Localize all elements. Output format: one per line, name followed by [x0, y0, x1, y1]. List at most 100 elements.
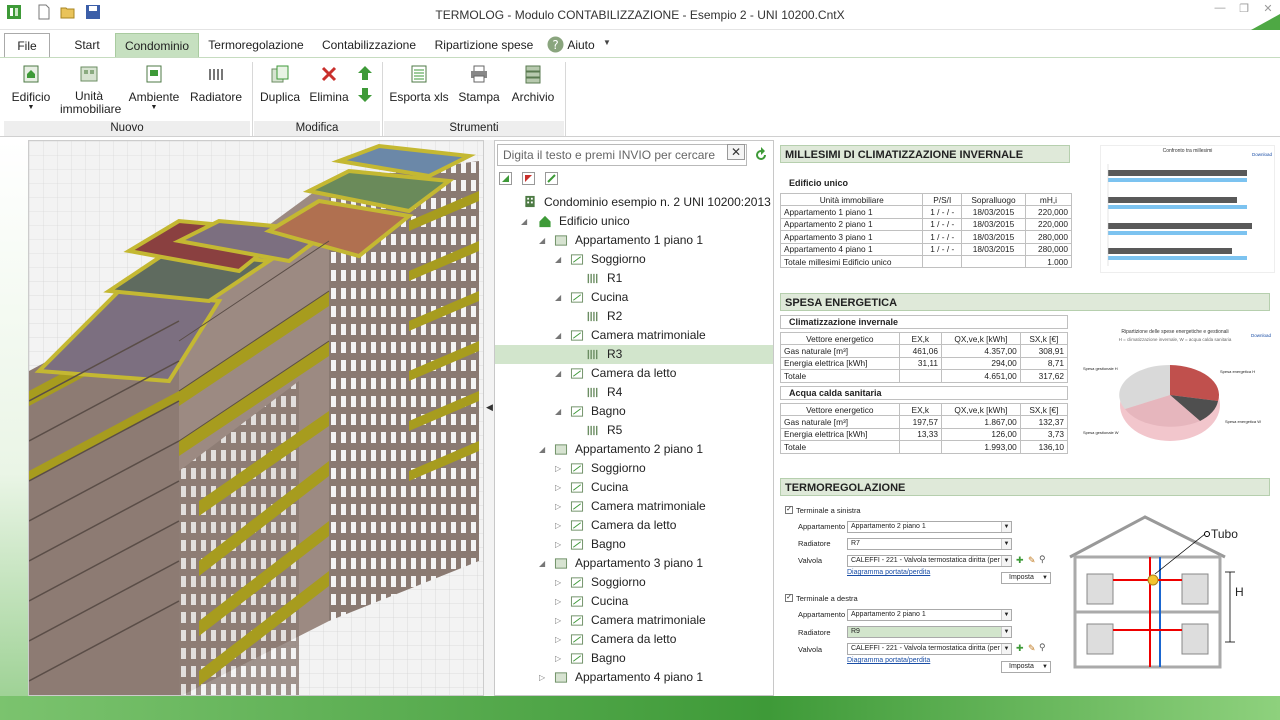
collapse-icon[interactable]: ◢ — [539, 440, 549, 459]
tree-row-appartamento[interactable]: ◢ Appartamento 2 piano 1 — [495, 440, 773, 459]
help-icon[interactable]: ? — [547, 36, 564, 53]
tree-row-appartamento[interactable]: ◢ Appartamento 3 piano 1 — [495, 554, 773, 573]
collapse-icon[interactable]: ◢ — [555, 250, 565, 269]
collapse-all-icon[interactable] — [522, 172, 535, 185]
search-input[interactable]: Digita il testo e premi INVIO per cercar… — [497, 144, 747, 166]
esporta-xls-button[interactable]: Esporta xls — [388, 64, 450, 104]
terminale-sinistra-checkbox[interactable]: ✓ — [785, 506, 793, 514]
archivio-button[interactable]: Archivio — [508, 64, 558, 104]
arrow-up-icon[interactable] — [357, 66, 373, 80]
search-icon[interactable]: ⚲ — [1039, 554, 1046, 565]
expand-icon[interactable]: ▷ — [539, 668, 549, 687]
tree-row-ambiente[interactable]: ◢ Bagno — [495, 402, 773, 421]
tree-row-ambiente[interactable]: ▷ Bagno — [495, 535, 773, 554]
table-row[interactable]: Appartamento 2 piano 11 / - / -18/03/201… — [779, 217, 1073, 232]
table-row[interactable]: Appartamento 3 piano 11 / - / -18/03/201… — [779, 230, 1073, 244]
expand-icon[interactable]: ▷ — [555, 535, 565, 554]
chevron-down-icon[interactable]: ▼ — [603, 38, 611, 47]
appartamento-select[interactable]: Appartamento 2 piano 1 ▼ — [847, 609, 1012, 621]
edificio-button[interactable]: Edificio ▼ — [8, 64, 54, 111]
collapse-icon[interactable]: ◢ — [539, 231, 549, 250]
collapse-icon[interactable]: ◢ — [521, 212, 531, 231]
expand-icon[interactable]: ▷ — [555, 497, 565, 516]
collapse-icon[interactable]: ◢ — [555, 288, 565, 307]
expand-icon[interactable]: ▷ — [555, 573, 565, 592]
expand-icon[interactable]: ▷ — [555, 592, 565, 611]
tree-row-ambiente[interactable]: ◢ Soggiorno — [495, 250, 773, 269]
ambiente-button[interactable]: Ambiente ▼ — [128, 64, 180, 111]
tree-row-radiatore[interactable]: R1 — [495, 269, 773, 288]
table-row[interactable]: Appartamento 1 piano 11 / - / -18/03/201… — [779, 205, 1073, 219]
table-row[interactable]: Gas naturale [m³] 461,06 4.357,00 308,91 — [780, 344, 1069, 358]
arrow-down-icon[interactable] — [357, 88, 373, 102]
diagramma-link[interactable]: Diagramma portata/perdita — [847, 569, 930, 576]
elimina-button[interactable]: Elimina — [308, 64, 350, 104]
collapse-icon[interactable]: ◢ — [555, 364, 565, 383]
collapse-icon[interactable]: ◢ — [555, 326, 565, 345]
table-row[interactable]: Gas naturale [m³] 197,57 1.867,00 132,37 — [780, 415, 1069, 429]
tab-ripartizione-spese[interactable]: Ripartizione spese — [430, 33, 538, 57]
tree-row-radiatore-selected[interactable]: R3 — [495, 345, 773, 364]
table-row[interactable]: Energia elettrica [kWh] 31,11 294,00 8,71 — [780, 356, 1069, 371]
tree-row-ambiente[interactable]: ◢ Camera da letto — [495, 364, 773, 383]
tree-row-ambiente[interactable]: ▷ Soggiorno — [495, 459, 773, 478]
edit-icon[interactable]: ✎ — [1028, 555, 1036, 566]
stampa-button[interactable]: Stampa — [456, 64, 502, 104]
building-3d-view[interactable] — [28, 140, 484, 696]
expand-icon[interactable]: ▷ — [555, 516, 565, 535]
tree-row-ambiente[interactable]: ▷ Camera da letto — [495, 630, 773, 649]
tree-row-radiatore[interactable]: R5 — [495, 421, 773, 440]
tab-condominio[interactable]: Condominio — [115, 33, 199, 57]
tree-row-ambiente[interactable]: ◢ Cucina — [495, 288, 773, 307]
tree-row-radiatore[interactable]: R4 — [495, 383, 773, 402]
radiatore-button[interactable]: Radiatore — [190, 64, 242, 104]
expand-icon[interactable]: ▷ — [555, 478, 565, 497]
table-row[interactable]: Energia elettrica [kWh] 13,33 126,00 3,73 — [780, 427, 1069, 442]
imposta-button[interactable]: Imposta ▼ — [1001, 661, 1051, 673]
tree-row-ambiente[interactable]: ▷ Cucina — [495, 592, 773, 611]
unita-button[interactable]: Unità immobiliare — [60, 64, 121, 116]
expand-icon[interactable]: ▷ — [555, 611, 565, 630]
expand-icon[interactable]: ▷ — [555, 649, 565, 668]
valvola-select[interactable]: CALEFFI - 221 - Valvola termostatica dir… — [847, 643, 1012, 655]
tree-row-condominio[interactable]: ◢Condominio esempio n. 2 UNI 10200:2013 — [495, 193, 773, 212]
tree-row-appartamento[interactable]: ▷ Appartamento 4 piano 1 — [495, 668, 773, 687]
expand-icon[interactable]: ▷ — [555, 630, 565, 649]
add-icon[interactable]: ✚ — [1016, 643, 1024, 654]
diagramma-link[interactable]: Diagramma portata/perdita — [847, 657, 930, 664]
add-icon[interactable]: ✚ — [1016, 555, 1024, 566]
tab-contabilizzazione[interactable]: Contabilizzazione — [318, 33, 420, 57]
edit-icon[interactable]: ✎ — [1028, 643, 1036, 654]
locate-icon[interactable] — [545, 172, 558, 185]
tree-row-ambiente[interactable]: ▷ Camera matrimoniale — [495, 611, 773, 630]
search-icon[interactable]: ⚲ — [1039, 642, 1046, 653]
collapse-icon[interactable]: ◢ — [555, 402, 565, 421]
appartamento-select[interactable]: Appartamento 2 piano 1 ▼ — [847, 521, 1012, 533]
panel-splitter[interactable]: ◀ — [484, 140, 494, 696]
collapse-left-icon[interactable]: ◀ — [486, 402, 493, 413]
duplica-button[interactable]: Duplica — [258, 64, 302, 104]
tab-start[interactable]: Start — [64, 33, 110, 57]
tree-row-ambiente[interactable]: ▷ Cucina — [495, 478, 773, 497]
tab-file[interactable]: File — [4, 33, 50, 57]
download-link[interactable]: Download — [1252, 152, 1272, 157]
download-link[interactable]: Download — [1251, 333, 1271, 338]
expand-all-icon[interactable] — [499, 172, 512, 185]
terminale-destra-checkbox[interactable]: ✓ — [785, 594, 793, 602]
table-row[interactable]: Appartamento 4 piano 11 / - / -18/03/201… — [779, 242, 1073, 256]
tree-row-ambiente[interactable]: ▷ Bagno — [495, 649, 773, 668]
radiatore-select[interactable]: R9 ▼ — [847, 626, 1012, 638]
tab-termoregolazione[interactable]: Termoregolazione — [205, 33, 307, 57]
tree-row-ambiente[interactable]: ▷ Camera da letto — [495, 516, 773, 535]
tree-row-appartamento[interactable]: ◢ Appartamento 1 piano 1 — [495, 231, 773, 250]
radiatore-select[interactable]: R7 ▼ — [847, 538, 1012, 550]
tree-row-ambiente[interactable]: ◢ Camera matrimoniale — [495, 326, 773, 345]
tree-row-edificio[interactable]: ◢ Edificio unico — [495, 212, 773, 231]
clear-search-icon[interactable]: ✕ — [727, 144, 745, 160]
tree-row-ambiente[interactable]: ▷ Soggiorno — [495, 573, 773, 592]
tree-row-radiatore[interactable]: R2 — [495, 307, 773, 326]
tree-row-ambiente[interactable]: ▷ Camera matrimoniale — [495, 497, 773, 516]
collapse-icon[interactable]: ◢ — [539, 554, 549, 573]
valvola-select[interactable]: CALEFFI - 221 - Valvola termostatica dir… — [847, 555, 1012, 567]
tab-aiuto[interactable]: Aiuto — [566, 33, 596, 57]
